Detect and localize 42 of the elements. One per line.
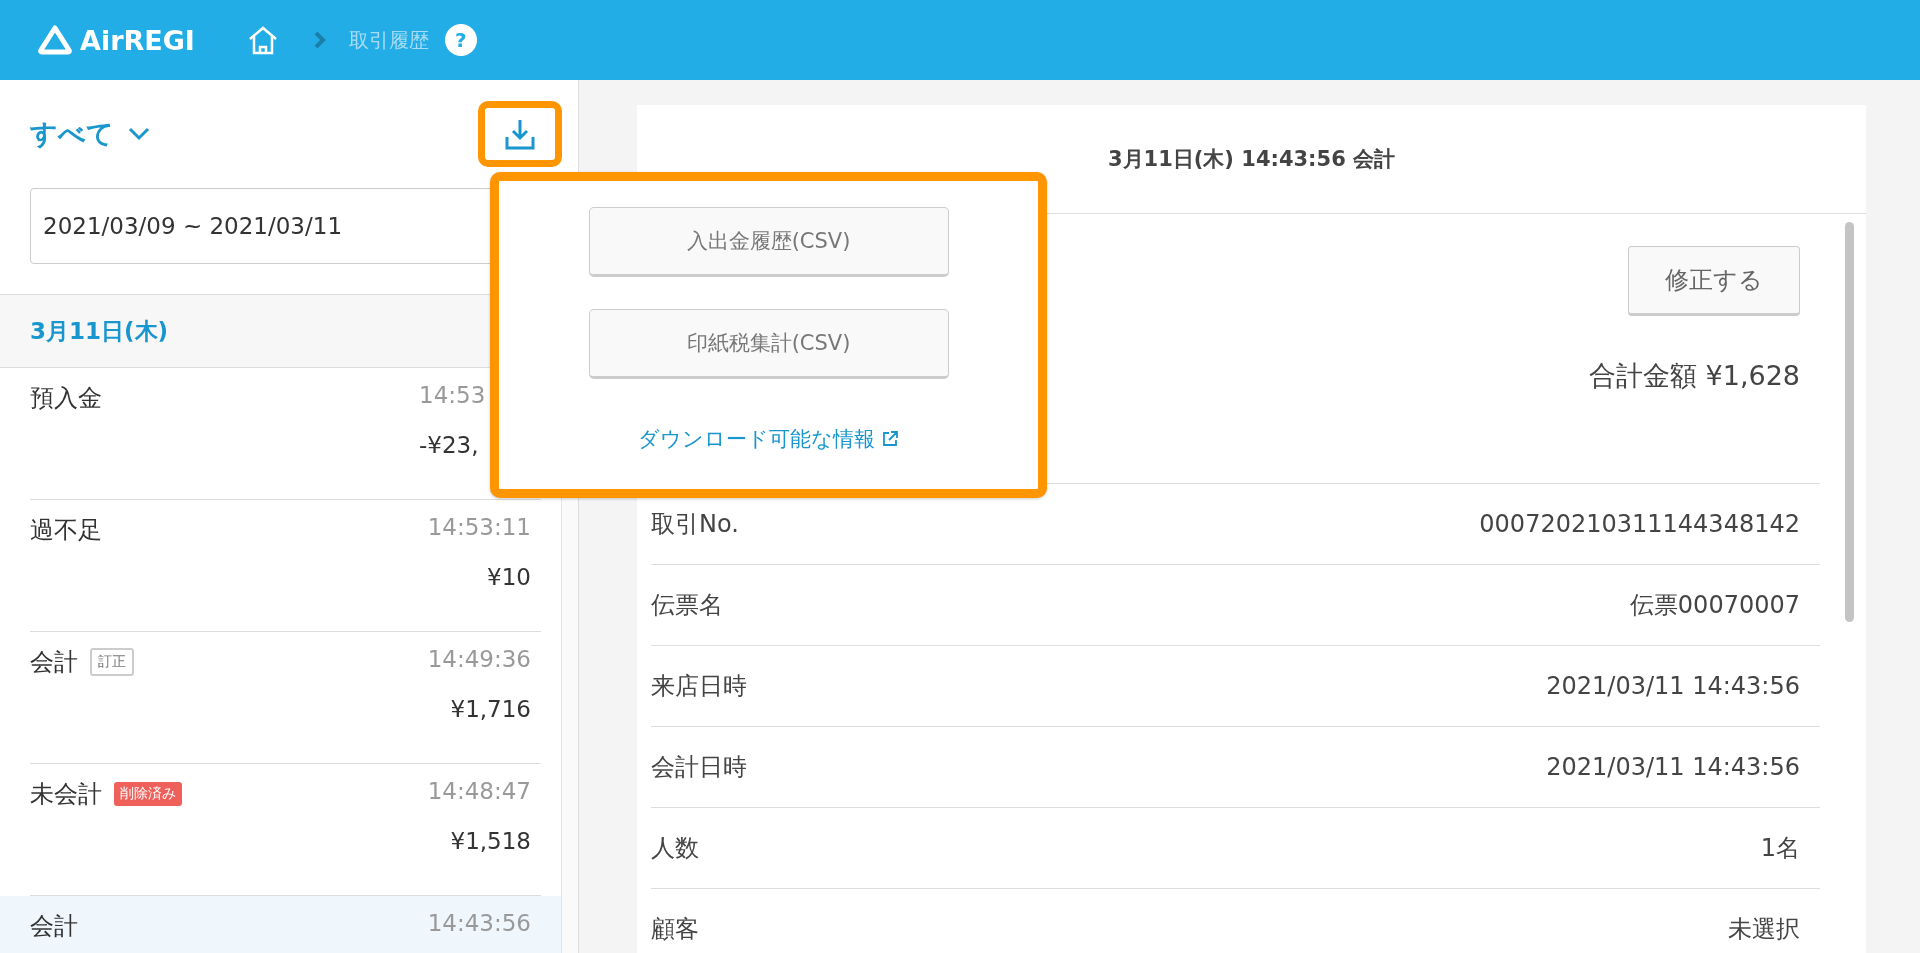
detail-value: 2021/03/11 14:43:56 — [1546, 672, 1800, 700]
edit-button[interactable]: 修正する — [1628, 246, 1800, 316]
chevron-right-icon — [312, 30, 327, 50]
transaction-amount: -¥23, — [419, 432, 479, 458]
transaction-type: 会計 — [30, 647, 78, 678]
external-link-icon — [881, 430, 899, 448]
status-badge: 訂正 — [90, 648, 134, 676]
detail-value: 000720210311144348142 — [1479, 510, 1800, 538]
transaction-amount: ¥10 — [487, 564, 531, 590]
detail-value: 未選択 — [1728, 914, 1800, 945]
csv-download-button[interactable]: 入出金履歴(CSV) — [588, 207, 949, 277]
transaction-time: 14:48:47 — [427, 778, 531, 806]
total-amount: 合計金額 ¥1,628 — [1588, 359, 1800, 393]
detail-value: 1名 — [1760, 833, 1800, 864]
detail-value: 2021/03/11 14:43:56 — [1546, 753, 1800, 781]
transaction-time: 14:53:11 — [427, 514, 531, 542]
status-badge: 削除済み — [114, 782, 182, 806]
transaction-time: 14:49:36 — [427, 646, 531, 674]
transaction-amount: ¥1,716 — [450, 696, 531, 722]
detail-label: 取引No. — [651, 509, 739, 540]
transaction-type: 預入金 — [30, 383, 102, 414]
detail-label: 来店日時 — [651, 671, 747, 702]
chevron-down-icon — [128, 127, 150, 141]
detail-label: 会計日時 — [651, 752, 747, 783]
download-icon — [503, 117, 537, 151]
download-button[interactable] — [478, 101, 562, 167]
detail-label: 伝票名 — [651, 590, 723, 621]
detail-label: 顧客 — [651, 914, 699, 945]
filter-dropdown[interactable]: すべて — [30, 116, 150, 152]
transaction-amount: ¥1,518 — [450, 828, 531, 854]
triangle-icon — [38, 25, 72, 55]
transaction-type: 過不足 — [30, 515, 102, 546]
csv-download-button[interactable]: 印紙税集計(CSV) — [588, 309, 949, 379]
detail-label: 人数 — [651, 833, 699, 864]
help-link[interactable]: ダウンロード可能な情報 — [638, 425, 899, 453]
transaction-type: 未会計 — [30, 779, 102, 810]
transaction-time: 14:53 — [419, 382, 486, 410]
logo-text: AirREGI — [80, 24, 195, 56]
transaction-type: 会計 — [30, 911, 78, 942]
transaction-time: 14:43:56 — [427, 910, 531, 938]
transaction-row[interactable]: 会計 14:43:56 — [0, 896, 561, 953]
detail-value: 伝票00070007 — [1629, 590, 1800, 621]
